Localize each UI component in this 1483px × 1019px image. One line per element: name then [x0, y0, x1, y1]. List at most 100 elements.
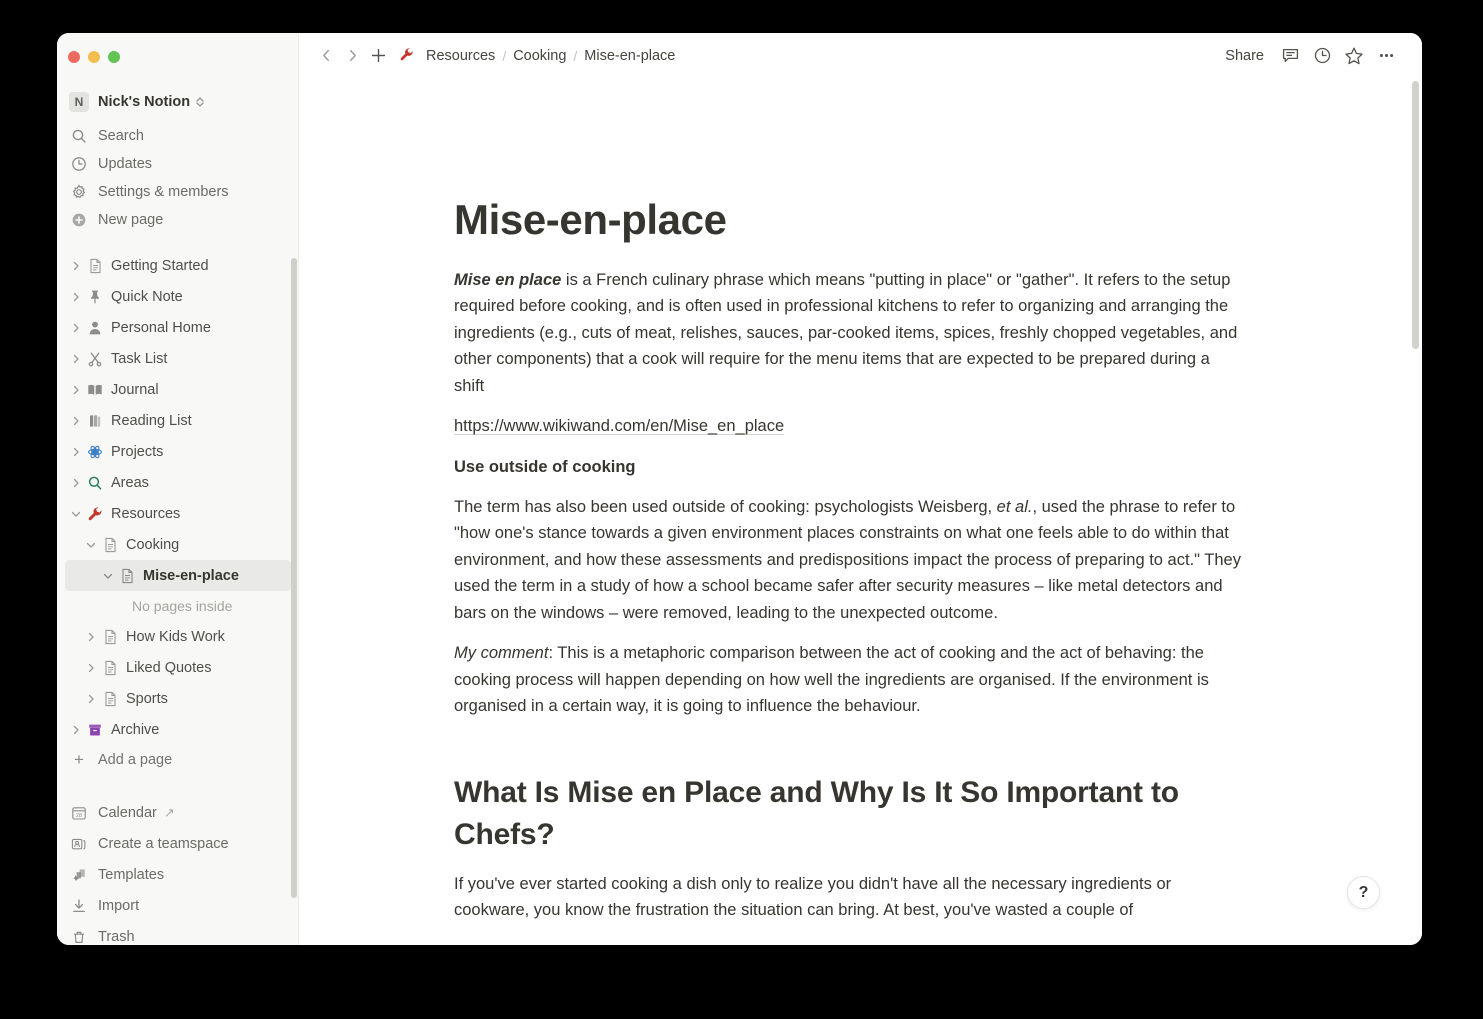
chevron-right-icon[interactable]	[67, 354, 85, 364]
sidebar-item-updates[interactable]: Updates	[65, 150, 291, 178]
minimize-window-button[interactable]	[88, 51, 100, 63]
chevron-right-icon[interactable]	[67, 323, 85, 333]
sidebar-item-archive[interactable]: Archive	[65, 714, 291, 745]
sidebar-item-personal-home[interactable]: Personal Home	[65, 312, 291, 343]
chevron-down-icon[interactable]	[67, 509, 85, 519]
content-scrollbar[interactable]	[1412, 81, 1419, 349]
sidebar-item-liked-quotes[interactable]: Liked Quotes	[65, 652, 291, 683]
chevron-right-icon[interactable]	[82, 632, 100, 642]
share-button[interactable]: Share	[1217, 44, 1272, 68]
sidebar-item-label: Projects	[111, 443, 164, 460]
sidebar-item-new-page[interactable]: New page	[65, 206, 291, 234]
sidebar-item-settings[interactable]: Settings & members	[65, 178, 291, 206]
trash-icon	[69, 929, 89, 945]
sidebar-item-label: Personal Home	[111, 319, 211, 336]
breadcrumb-item-resources[interactable]: Resources	[421, 46, 500, 66]
sidebar-item-label: Quick Note	[111, 288, 183, 305]
chevron-right-icon[interactable]	[67, 261, 85, 271]
person-icon	[85, 320, 105, 336]
close-window-button[interactable]	[68, 51, 80, 63]
maximize-window-button[interactable]	[108, 51, 120, 63]
chevron-right-icon[interactable]	[67, 447, 85, 457]
sidebar-item-label: Resources	[111, 505, 181, 522]
new-page-button[interactable]	[365, 43, 391, 69]
add-a-page-button[interactable]: + Add a page	[65, 745, 291, 775]
external-link-icon: ↗	[163, 804, 175, 820]
breadcrumb: Resources / Cooking / Mise-en-place	[399, 46, 680, 66]
sidebar-item-label: Task List	[111, 350, 168, 367]
chevron-right-icon[interactable]	[67, 416, 85, 426]
sidebar-item-quick-note[interactable]: Quick Note	[65, 281, 291, 312]
sidebar-item-label: Create a teamspace	[98, 835, 229, 852]
sidebar-item-label: Settings & members	[98, 184, 229, 200]
document-content: Mise-en-place Mise en place is a French …	[454, 78, 1244, 924]
sidebar-item-areas[interactable]: Areas	[65, 467, 291, 498]
sidebar-item-label: Trash	[98, 928, 135, 945]
sidebar-item-mise-en-place[interactable]: Mise-en-place	[65, 560, 291, 591]
window-controls	[57, 33, 299, 74]
comment-icon[interactable]	[1276, 42, 1304, 70]
paragraph-intro-chefs: If you've ever started cooking a dish on…	[454, 874, 1172, 920]
wrench-icon	[399, 47, 414, 65]
chevron-down-icon[interactable]	[82, 540, 100, 550]
scissors-icon	[85, 351, 105, 367]
page-title: Mise-en-place	[454, 196, 727, 243]
sidebar-item-import[interactable]: Import	[65, 890, 291, 921]
updates-clock-icon[interactable]	[1308, 42, 1336, 70]
sidebar-item-task-list[interactable]: Task List	[65, 343, 291, 374]
breadcrumb-item-mise-en-place[interactable]: Mise-en-place	[579, 46, 680, 66]
plus-icon: +	[74, 750, 84, 769]
chevron-right-icon[interactable]	[67, 385, 85, 395]
source-link[interactable]: https://www.wikiwand.com/en/Mise_en_plac…	[454, 413, 784, 440]
my-comment-label: My comment	[454, 644, 549, 663]
forward-button[interactable]	[339, 43, 365, 69]
chevron-right-icon[interactable]	[67, 478, 85, 488]
sidebar-item-search[interactable]: Search	[65, 122, 291, 150]
topbar: Resources / Cooking / Mise-en-place Shar…	[299, 33, 1422, 78]
sidebar-item-calendar[interactable]: 28 Calendar ↗	[65, 797, 291, 828]
chevron-right-icon[interactable]	[67, 725, 85, 735]
help-button[interactable]: ?	[1347, 876, 1380, 909]
chevron-right-icon[interactable]	[67, 292, 85, 302]
workspace-switcher[interactable]: N Nick's Notion	[65, 88, 291, 116]
sidebar-item-create-teamspace[interactable]: Create a teamspace	[65, 828, 291, 859]
sidebar-item-reading-list[interactable]: Reading List	[65, 405, 291, 436]
sidebar-item-resources[interactable]: Resources	[65, 498, 291, 529]
document-scroll-area[interactable]: Mise-en-place Mise en place is a French …	[299, 78, 1422, 945]
sidebar-item-label: Archive	[111, 721, 160, 738]
updown-chevron-icon	[195, 95, 205, 109]
chevron-down-icon[interactable]	[99, 571, 117, 581]
sidebar-item-templates[interactable]: Templates	[65, 859, 291, 890]
sidebar-scrollbar[interactable]	[291, 258, 297, 898]
books-icon	[85, 413, 105, 429]
topbar-actions: Share	[1217, 42, 1400, 70]
sidebar-item-getting-started[interactable]: Getting Started	[65, 250, 291, 281]
back-button[interactable]	[313, 43, 339, 69]
breadcrumb-item-cooking[interactable]: Cooking	[508, 46, 571, 66]
import-icon	[69, 898, 89, 914]
chevron-right-icon[interactable]	[82, 694, 100, 704]
chevron-right-icon[interactable]	[82, 663, 100, 673]
pushpin-icon	[85, 289, 105, 305]
page-icon	[85, 258, 105, 274]
sidebar-item-how-kids-work[interactable]: How Kids Work	[65, 621, 291, 652]
empty-children-label: No pages inside	[132, 598, 233, 614]
page-tree: Getting Started Quick Note Personal Home…	[57, 250, 299, 775]
paragraph-text-b: , used the phrase to refer to "how one's…	[454, 497, 1241, 622]
sidebar-item-cooking[interactable]: Cooking	[65, 529, 291, 560]
sidebar-item-label: Journal	[111, 381, 159, 398]
sidebar-bottom-nav: 28 Calendar ↗ Create a teamspace Templat…	[57, 797, 299, 945]
heading-what-is-mise-en-place: What Is Mise en Place and Why Is It So I…	[454, 775, 1179, 852]
more-options-icon[interactable]	[1372, 42, 1400, 70]
favorite-star-icon[interactable]	[1340, 42, 1368, 70]
sidebar-nav: Search Updates Settings & members New pa…	[57, 122, 299, 234]
main-area: Resources / Cooking / Mise-en-place Shar…	[299, 33, 1422, 945]
gear-icon	[69, 184, 89, 200]
add-a-page-label: Add a page	[98, 752, 173, 768]
sidebar-item-projects[interactable]: Projects	[65, 436, 291, 467]
sidebar-item-label: Search	[98, 128, 144, 144]
sidebar-item-journal[interactable]: Journal	[65, 374, 291, 405]
sidebar-item-sports[interactable]: Sports	[65, 683, 291, 714]
page-icon	[100, 691, 120, 707]
sidebar-item-trash[interactable]: Trash	[65, 921, 291, 945]
